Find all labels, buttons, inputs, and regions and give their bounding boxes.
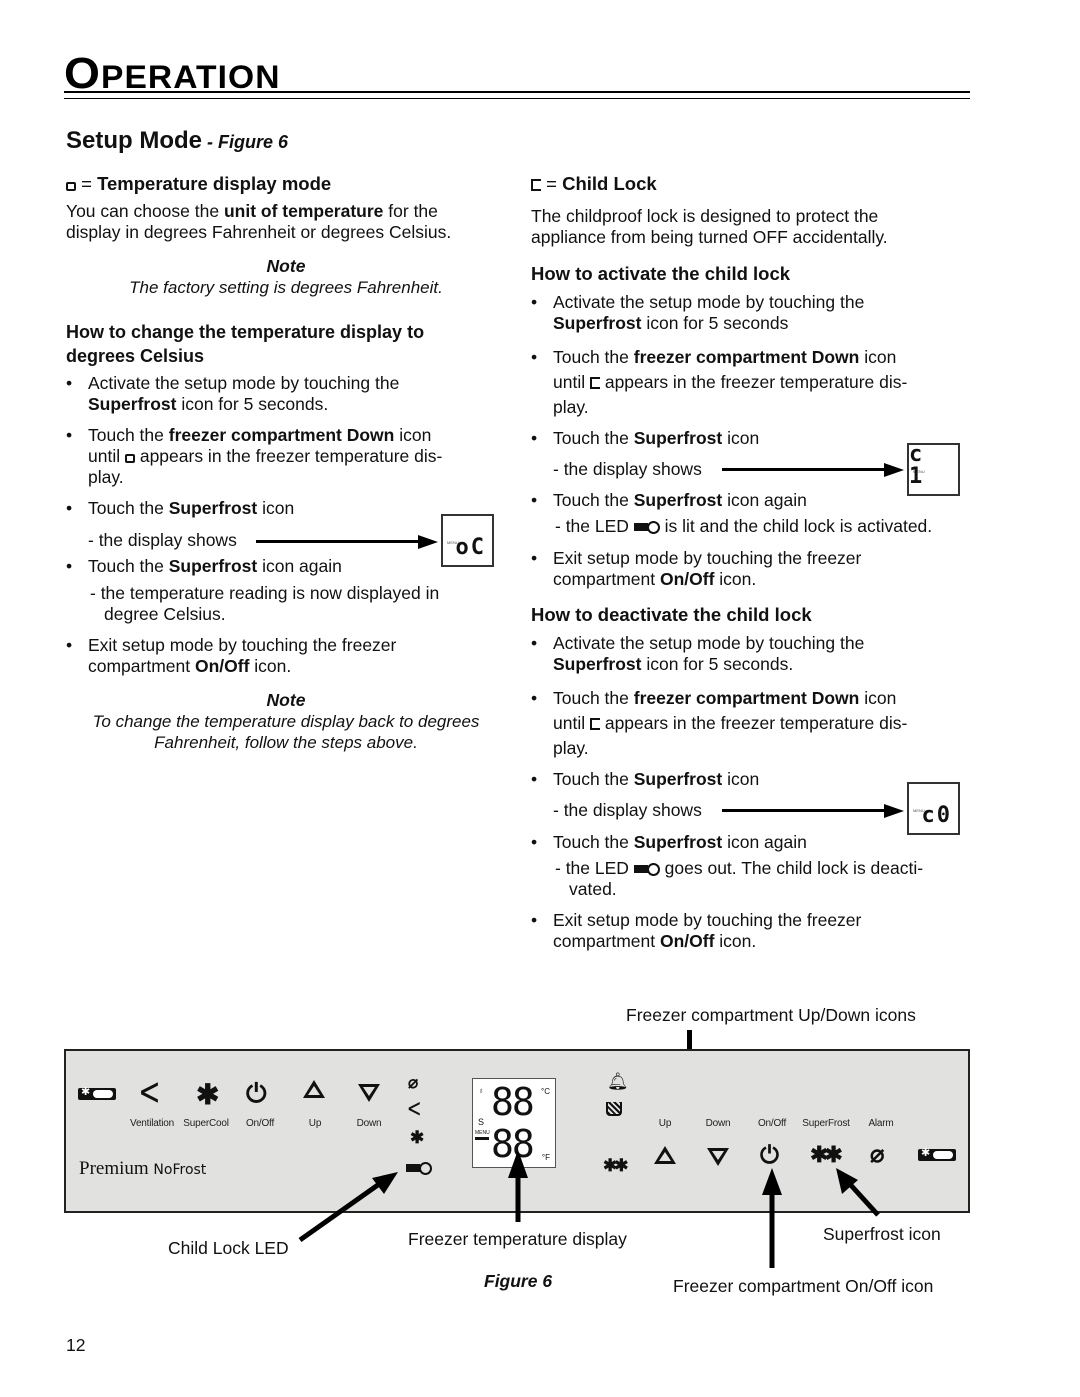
temp-display-arrow: [508, 1150, 528, 1222]
on-off-arrow: [762, 1168, 782, 1268]
figure-caption: Figure 6: [484, 1271, 553, 1291]
callout-on-off: Freezer compartment On/Off icon: [673, 1276, 934, 1296]
callout-superfrost: Superfrost icon: [823, 1224, 941, 1244]
callout-child-lock-led: Child Lock LED: [168, 1238, 289, 1258]
callout-arrows: [298, 1150, 880, 1268]
page-number: 12: [66, 1335, 86, 1355]
child-lock-arrow: [298, 1172, 398, 1243]
superfrost-arrow: [836, 1168, 880, 1217]
callout-temp-display: Freezer temperature display: [408, 1229, 627, 1249]
